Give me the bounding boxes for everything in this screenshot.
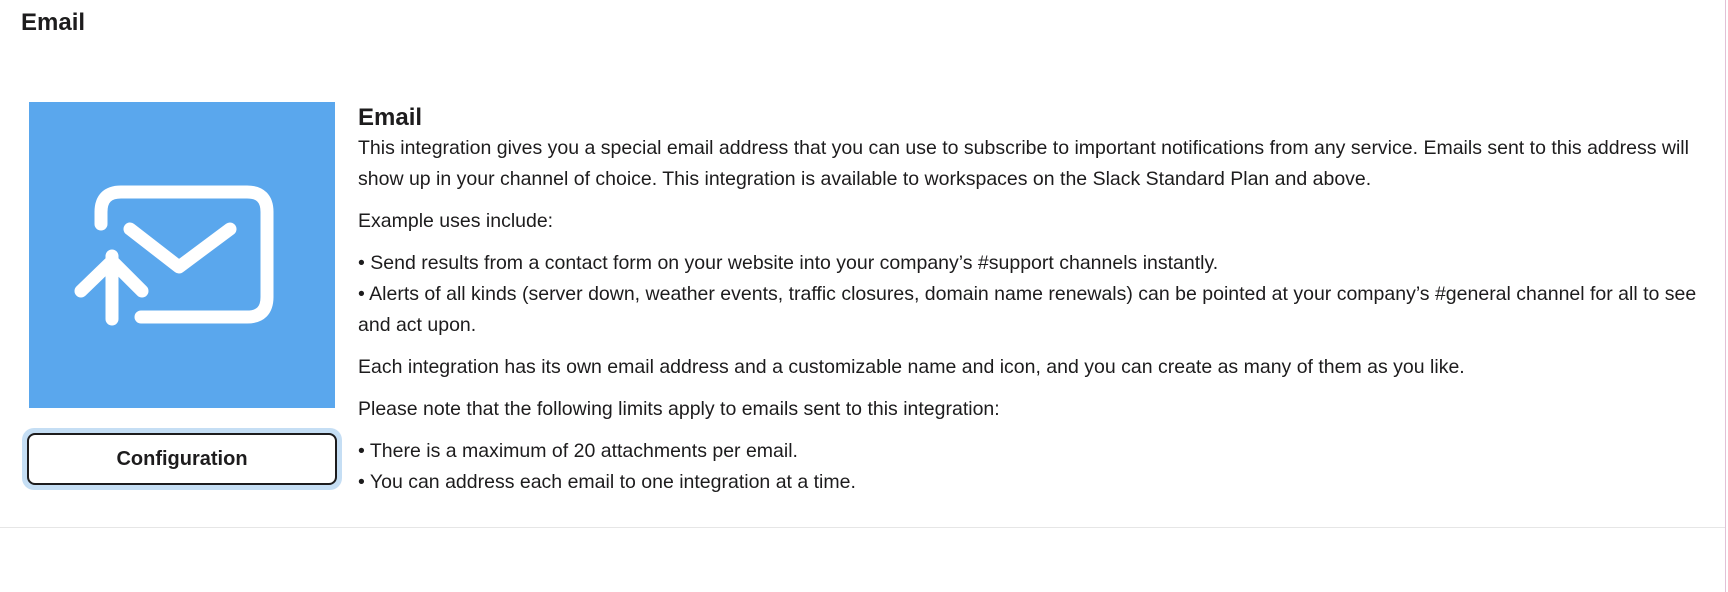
- limits-list: • There is a maximum of 20 attachments p…: [358, 436, 1703, 498]
- list-item: • There is a maximum of 20 attachments p…: [358, 440, 798, 462]
- integration-page: Email Configuration Email This integrati…: [0, 0, 1728, 592]
- window-edge: [1725, 0, 1726, 592]
- integration-name: Email: [358, 104, 423, 131]
- configuration-button[interactable]: Configuration: [27, 433, 337, 485]
- email-forward-icon: [74, 185, 274, 326]
- integration-description: Email This integration gives you a speci…: [358, 103, 1703, 509]
- examples-list: • Send results from a contact form on yo…: [358, 248, 1703, 341]
- limits-heading: Please note that the following limits ap…: [358, 398, 1000, 420]
- email-app-icon-tile: [29, 102, 335, 408]
- page-title: Email: [21, 9, 86, 36]
- section-divider: [0, 527, 1725, 528]
- naming-note-paragraph: Each integration has its own email addre…: [358, 356, 1465, 378]
- list-item: • Alerts of all kinds (server down, weat…: [358, 283, 1697, 336]
- list-item: • You can address each email to one inte…: [358, 471, 856, 493]
- intro-paragraph: This integration gives you a special ema…: [358, 137, 1689, 190]
- examples-heading: Example uses include:: [358, 210, 554, 232]
- list-item: • Send results from a contact form on yo…: [358, 252, 1219, 274]
